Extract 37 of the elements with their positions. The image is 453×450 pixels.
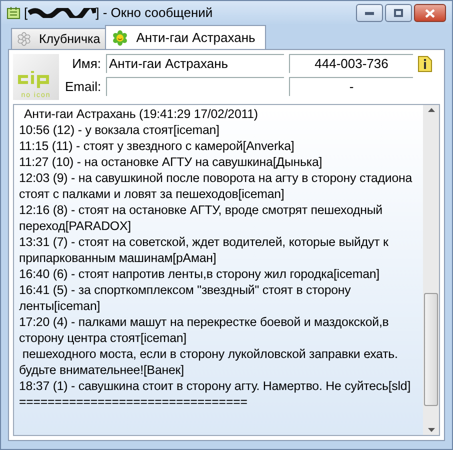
close-icon [425,8,435,18]
email-label: Email: [65,78,101,96]
chat-header: Анти-гаи Астрахань (19:41:29 17/02/2011) [23,106,259,122]
chat-message: 12:03 (9) - на савушкиной после поворота на агту в сторону стадиона стоят с палками и ловят за пешеходов[iceman] [19,170,414,202]
number-field[interactable]: 444-003-736 [289,54,413,74]
chat-message: 10:56 (12) - у вокзала стоят[iceman] [19,122,220,138]
window-title: ] - Окно сообщений [96,4,213,22]
scroll-up-icon[interactable] [428,108,434,112]
maximize-icon [394,9,403,17]
scrollbar[interactable] [423,105,439,435]
redaction-scribble-icon [28,8,96,18]
chat-message: 11:15 (11) - стоят у звездного с камерой[Anverka] [19,138,296,154]
tab[interactable]: Клубничка [11,28,106,49]
status-field: - [289,76,413,96]
title-bracket: [ [24,4,28,22]
notepad-icon [7,7,20,19]
info-icon[interactable] [418,56,432,72]
chat-message: 16:40 (6) - стоят напротив ленты,в сторону жил городка[iceman] [19,266,380,282]
tab[interactable]: Анти-гаи Астрахань [105,25,266,49]
scroll-thumb[interactable] [424,293,438,406]
chat-message: 11:27 (10) - на остановке АГТУ на савушкина[Дынька] [19,154,324,170]
chat-message: 13:31 (7) - стоят на советской, ждет водителей, которые выйдут к припаркованным машинам[рАман] [19,234,390,266]
minimize-icon [365,12,374,14]
chat-message: 18:37 (1) - савушкина стоит в сторону агту. Намертво. Не суйтесь[sld] [19,378,412,394]
email-field[interactable] [106,76,284,96]
name-label: Имя: [71,55,101,73]
scroll-down-icon[interactable] [428,428,434,432]
chat-message: 12:16 (8) - стоят на остановке АГТУ, вроде смотрят пешеходный переход[PARADOX] [19,202,384,234]
minimize-button[interactable] [356,4,383,22]
maximize-button[interactable] [385,4,412,22]
chat-message: 16:41 (5) - за спорткомплексом "звездный" стоят в сторону ленты[iceman] [19,282,352,314]
chat-message: пешеходного моста, если в сторону лукойловской заправки ехать. будьте внимательнее![Ванек] [19,346,399,378]
name-field[interactable]: Анти-гаи Астрахань [106,54,284,74]
flower-icon [17,32,31,46]
smiley-flower-icon [112,30,128,46]
close-button[interactable] [414,4,446,22]
chat-message: ================================ [19,394,248,410]
